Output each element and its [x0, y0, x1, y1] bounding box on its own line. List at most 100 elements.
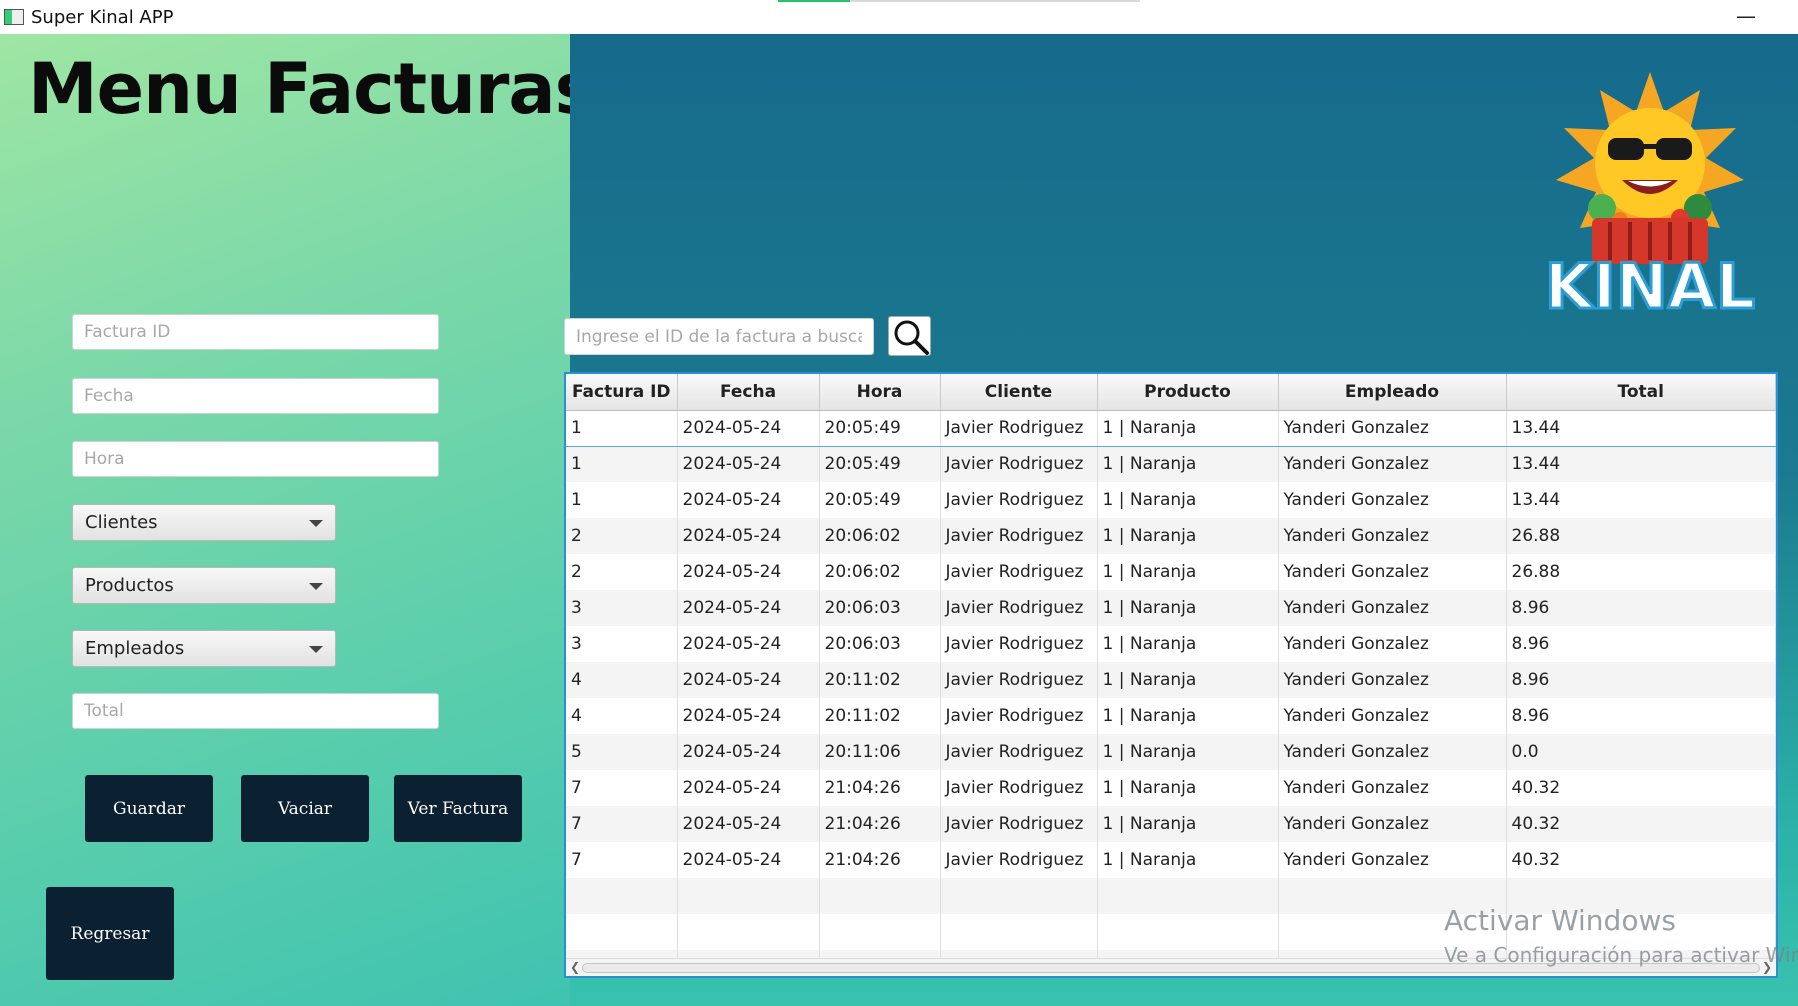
table-row[interactable]: 7 2024-05-24 21:04:26 Javier Rodriguez 1 | N… [566, 842, 1776, 878]
chevron-down-icon [309, 583, 323, 590]
table-cell: Yanderi Gonzalez [1278, 698, 1507, 734]
table-cell: 40.32 [1506, 806, 1776, 842]
table-cell: Javier Rodriguez [940, 698, 1098, 734]
factura-id-field[interactable] [72, 314, 439, 350]
table-cell: 13.44 [1506, 446, 1776, 482]
table-cell: Javier Rodriguez [940, 734, 1098, 770]
scroll-left-icon[interactable]: ❮ [568, 960, 582, 974]
table-cell: Yanderi Gonzalez [1278, 554, 1507, 590]
table-cell: Yanderi Gonzalez [1278, 518, 1507, 554]
table-cell: Javier Rodriguez [940, 662, 1098, 698]
regresar-button[interactable]: Regresar [46, 887, 174, 980]
table-row[interactable]: 3 2024-05-24 20:06:03 Javier Rodriguez 1 | N… [566, 626, 1776, 662]
table-row[interactable]: 7 2024-05-24 21:04:26 Javier Rodriguez 1 | N… [566, 770, 1776, 806]
productos-dropdown[interactable]: Productos [72, 567, 336, 604]
table-cell: 7 [566, 842, 678, 878]
table-cell: 26.88 [1506, 554, 1776, 590]
empty-table-row [566, 914, 1776, 950]
column-header[interactable]: Total [1506, 374, 1776, 411]
table-row[interactable]: 1 2024-05-24 20:05:49 Javier Rodriguez 1 | N… [566, 446, 1776, 482]
table-cell: Javier Rodriguez [940, 554, 1098, 590]
table-cell: 26.88 [1506, 518, 1776, 554]
table-cell: 1 | Naranja [1097, 446, 1279, 482]
table-cell: 2024-05-24 [677, 734, 820, 770]
table-cell: Yanderi Gonzalez [1278, 409, 1507, 447]
table-cell: 13.44 [1506, 482, 1776, 518]
column-header[interactable]: Factura ID [566, 374, 678, 411]
table-cell: 1 [566, 482, 678, 518]
guardar-button[interactable]: Guardar [85, 775, 213, 842]
table-cell: 1 | Naranja [1097, 518, 1279, 554]
table-cell: 3 [566, 590, 678, 626]
facturas-table[interactable]: Factura ID Fecha Hora Cliente Producto E… [564, 372, 1778, 978]
column-header[interactable]: Producto [1097, 374, 1279, 411]
hora-field[interactable] [72, 441, 439, 477]
horizontal-scrollbar[interactable]: ❮ ❯ [566, 958, 1776, 976]
table-cell: 1 | Naranja [1097, 842, 1279, 878]
column-header[interactable]: Hora [819, 374, 941, 411]
table-cell: 2 [566, 554, 678, 590]
productos-dropdown-label: Productos [85, 575, 174, 596]
table-cell: 0.0 [1506, 734, 1776, 770]
magnifier-icon [894, 320, 929, 355]
table-cell: 1 | Naranja [1097, 409, 1279, 447]
table-cell: 2024-05-24 [677, 409, 820, 447]
table-cell: 20:06:02 [819, 518, 941, 554]
table-row[interactable]: 5 2024-05-24 20:11:06 Javier Rodriguez 1 | N… [566, 734, 1776, 770]
table-cell: 21:04:26 [819, 770, 941, 806]
column-header[interactable]: Cliente [940, 374, 1098, 411]
fecha-field[interactable] [72, 378, 439, 414]
svg-text:KINAL: KINAL [1545, 250, 1756, 320]
table-cell: 1 | Naranja [1097, 662, 1279, 698]
table-cell: 2024-05-24 [677, 662, 820, 698]
table-cell: 1 | Naranja [1097, 770, 1279, 806]
table-row[interactable]: 1 2024-05-24 20:05:49 Javier Rodriguez 1 | N… [566, 409, 1776, 447]
total-field[interactable] [72, 693, 439, 729]
table-row[interactable]: 7 2024-05-24 21:04:26 Javier Rodriguez 1 | N… [566, 806, 1776, 842]
table-cell: Yanderi Gonzalez [1278, 626, 1507, 662]
table-cell: Javier Rodriguez [940, 409, 1098, 447]
clientes-dropdown-label: Clientes [85, 512, 158, 533]
search-button[interactable] [888, 316, 931, 356]
table-row[interactable]: 1 2024-05-24 20:05:49 Javier Rodriguez 1 | N… [566, 482, 1776, 518]
column-header[interactable]: Fecha [677, 374, 820, 411]
table-cell: Javier Rodriguez [940, 518, 1098, 554]
table-cell: 20:05:49 [819, 409, 941, 447]
empleados-dropdown[interactable]: Empleados [72, 630, 336, 667]
empleados-dropdown-label: Empleados [85, 638, 185, 659]
table-cell: 2024-05-24 [677, 482, 820, 518]
ver-factura-button[interactable]: Ver Factura [394, 775, 522, 842]
table-cell: 4 [566, 662, 678, 698]
table-row[interactable]: 3 2024-05-24 20:06:03 Javier Rodriguez 1 | N… [566, 590, 1776, 626]
minimize-button[interactable]: — [1734, 4, 1758, 28]
search-input[interactable] [564, 318, 874, 355]
table-cell: 1 | Naranja [1097, 806, 1279, 842]
table-cell: 7 [566, 806, 678, 842]
table-cell: 2024-05-24 [677, 626, 820, 662]
table-cell: 20:11:02 [819, 662, 941, 698]
table-row[interactable]: 4 2024-05-24 20:11:02 Javier Rodriguez 1 | N… [566, 662, 1776, 698]
table-cell: 7 [566, 770, 678, 806]
table-row[interactable]: 2 2024-05-24 20:06:02 Javier Rodriguez 1 | N… [566, 518, 1776, 554]
title-bar: Super Kinal APP — [0, 0, 1798, 34]
table-cell: Javier Rodriguez [940, 806, 1098, 842]
table-cell: 21:04:26 [819, 842, 941, 878]
sun-icon [1556, 72, 1744, 228]
vaciar-button[interactable]: Vaciar [241, 775, 369, 842]
table-cell: 8.96 [1506, 590, 1776, 626]
scroll-right-icon[interactable]: ❯ [1760, 960, 1774, 974]
table-cell: 2024-05-24 [677, 446, 820, 482]
table-cell: 2024-05-24 [677, 770, 820, 806]
scrollbar-thumb[interactable] [582, 963, 1760, 973]
table-cell: 20:06:02 [819, 554, 941, 590]
kinal-logo: KINAL [1543, 72, 1757, 320]
clientes-dropdown[interactable]: Clientes [72, 504, 336, 541]
table-row[interactable]: 4 2024-05-24 20:11:02 Javier Rodriguez 1 | N… [566, 698, 1776, 734]
column-header[interactable]: Empleado [1278, 374, 1507, 411]
table-cell: 1 | Naranja [1097, 554, 1279, 590]
table-cell: 20:11:06 [819, 734, 941, 770]
table-row[interactable]: 2 2024-05-24 20:06:02 Javier Rodriguez 1 | N… [566, 554, 1776, 590]
loading-progress-bar [778, 0, 1140, 2]
table-cell: 3 [566, 626, 678, 662]
table-cell: 1 | Naranja [1097, 626, 1279, 662]
